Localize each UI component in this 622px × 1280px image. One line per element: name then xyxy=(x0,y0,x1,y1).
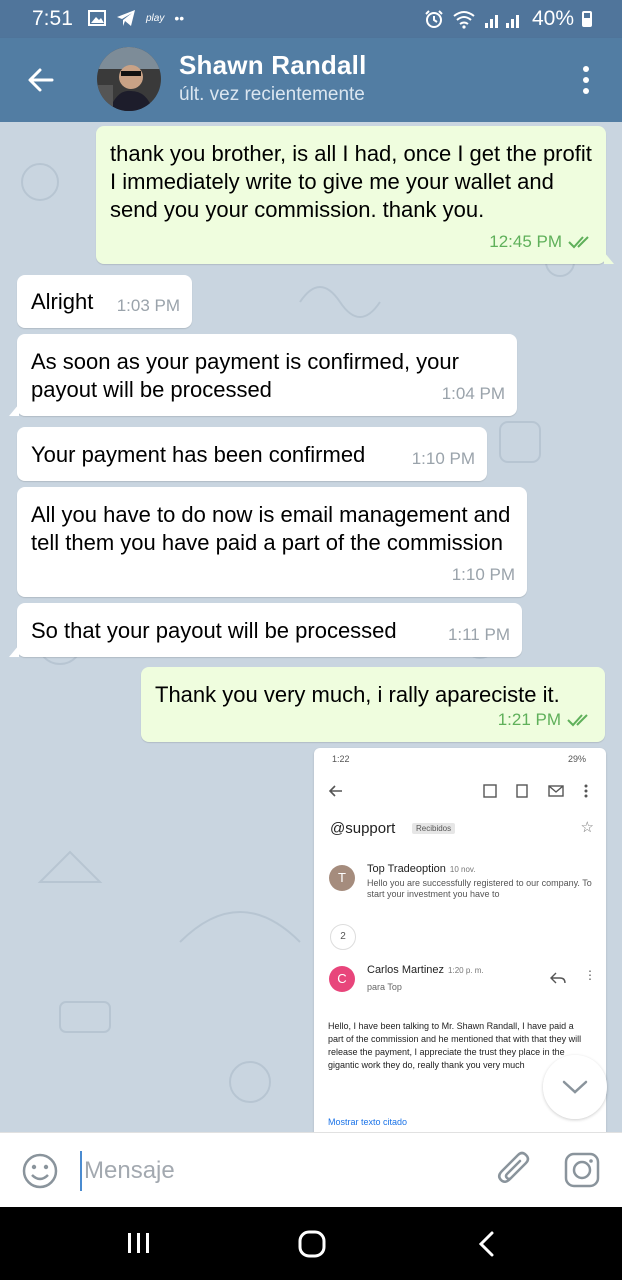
message-meta: 1:10 PM xyxy=(452,561,515,589)
recents-button[interactable] xyxy=(126,1232,152,1254)
menu-dot xyxy=(583,77,589,83)
home-button[interactable] xyxy=(297,1229,327,1259)
status-notifications: play •• xyxy=(88,9,184,27)
smiley-icon xyxy=(22,1153,58,1189)
message-text: So that your payout will be processed xyxy=(31,618,397,643)
message-meta: 1:21 PM xyxy=(498,706,593,734)
double-check-icon xyxy=(567,714,588,727)
telegram-icon xyxy=(117,10,135,26)
scroll-down-button[interactable] xyxy=(543,1055,607,1119)
message-time: 12:45 PM xyxy=(489,232,562,251)
status-right: 40% xyxy=(424,7,592,31)
battery-percent: 40% xyxy=(531,7,574,30)
recents-icon xyxy=(128,1233,149,1253)
contact-status: últ. vez recientemente xyxy=(179,84,365,105)
email-sender: Top Tradeoption 10 nov. xyxy=(367,863,476,875)
message-incoming[interactable]: As soon as your payment is confirmed, yo… xyxy=(9,334,517,416)
email-toolbar xyxy=(328,784,588,798)
message-meta: 12:45 PM xyxy=(489,228,594,256)
gallery-icon xyxy=(88,10,106,26)
message-incoming[interactable]: Your payment has been confirmed 1:10 PM xyxy=(17,427,487,481)
menu-dot xyxy=(583,66,589,72)
message-meta: 1:04 PM xyxy=(442,380,505,408)
thread-count: 2 xyxy=(330,924,356,950)
more-notifications: •• xyxy=(174,10,185,26)
alarm-icon xyxy=(425,10,443,28)
message-time: 1:11 PM xyxy=(447,625,510,644)
message-incoming[interactable]: So that your payout will be processed 1:… xyxy=(9,603,522,657)
attach-button[interactable] xyxy=(494,1149,534,1191)
battery-icon xyxy=(582,11,592,27)
camera-icon xyxy=(564,1152,600,1188)
camera-button[interactable] xyxy=(562,1150,602,1190)
double-check-icon xyxy=(568,236,589,249)
chevron-down-icon xyxy=(562,1080,588,1094)
avatar[interactable] xyxy=(97,47,161,111)
back-button[interactable] xyxy=(22,60,62,100)
status-bar: 7:51 play •• 40% xyxy=(0,0,622,38)
message-input-bar xyxy=(0,1132,622,1207)
arrow-left-icon xyxy=(28,68,54,92)
bubble-tail xyxy=(9,404,19,416)
home-icon xyxy=(298,1230,326,1258)
star-icon: ☆ xyxy=(580,819,594,836)
message-time: 1:21 PM xyxy=(497,710,561,729)
message-meta: 1:03 PM xyxy=(117,292,180,320)
message-time: 1:04 PM xyxy=(441,384,505,403)
sender-avatar: T xyxy=(329,865,355,891)
message-incoming[interactable]: All you have to do now is email manageme… xyxy=(17,487,527,597)
emoji-button[interactable] xyxy=(20,1151,60,1191)
signal-icon xyxy=(484,15,519,28)
email-label: Recibidos xyxy=(412,823,456,834)
email-recipient: para Top xyxy=(367,982,402,992)
more-menu-button[interactable] xyxy=(568,60,604,100)
status-time: 7:51 xyxy=(32,7,73,30)
message-meta: 1:10 PM xyxy=(412,445,475,473)
more-icon: ⋮ xyxy=(584,968,596,982)
message-time: 1:03 PM xyxy=(116,296,180,315)
email-sender: Carlos Martinez 1:20 p. m. xyxy=(367,964,484,976)
message-text: Your payment has been confirmed xyxy=(31,442,366,467)
show-quoted-link: Mostrar texto citado xyxy=(328,1117,408,1127)
bubble-tail xyxy=(604,252,614,264)
screenshot-status-time: 1:22 xyxy=(332,754,350,764)
message-text: Thank you very much, i rally apareciste … xyxy=(155,682,560,707)
message-input[interactable] xyxy=(80,1151,470,1191)
system-nav-bar xyxy=(0,1207,622,1280)
message-time: 1:10 PM xyxy=(451,565,515,584)
message-text: As soon as your payment is confirmed, yo… xyxy=(31,349,459,402)
message-incoming[interactable]: Alright 1:03 PM xyxy=(17,275,192,328)
chat-header: Shawn Randall últ. vez recientemente xyxy=(0,38,622,122)
reply-icon xyxy=(550,972,566,984)
message-meta: 1:11 PM xyxy=(448,621,510,649)
menu-dot xyxy=(583,88,589,94)
message-text: thank you brother, is all I had, once I … xyxy=(110,141,592,222)
chat-area[interactable]: thank you brother, is all I had, once I … xyxy=(0,122,622,1132)
message-text: All you have to do now is email manageme… xyxy=(31,502,511,555)
play-label: play xyxy=(146,12,165,24)
message-outgoing[interactable]: thank you brother, is all I had, once I … xyxy=(96,126,614,264)
message-outgoing[interactable]: Thank you very much, i rally apareciste … xyxy=(141,667,605,742)
contact-name[interactable]: Shawn Randall xyxy=(179,50,367,81)
sender-avatar: C xyxy=(329,966,355,992)
bubble-tail xyxy=(9,645,19,657)
chevron-left-icon xyxy=(478,1231,494,1257)
message-time: 1:10 PM xyxy=(411,449,475,468)
screenshot-status-battery: 29% xyxy=(567,754,586,764)
nav-back-button[interactable] xyxy=(474,1229,500,1259)
paperclip-icon xyxy=(498,1151,530,1183)
email-preview: Hello you are successfully registered to… xyxy=(367,878,592,899)
email-subject: @support xyxy=(330,820,396,837)
wifi-icon xyxy=(453,11,475,29)
